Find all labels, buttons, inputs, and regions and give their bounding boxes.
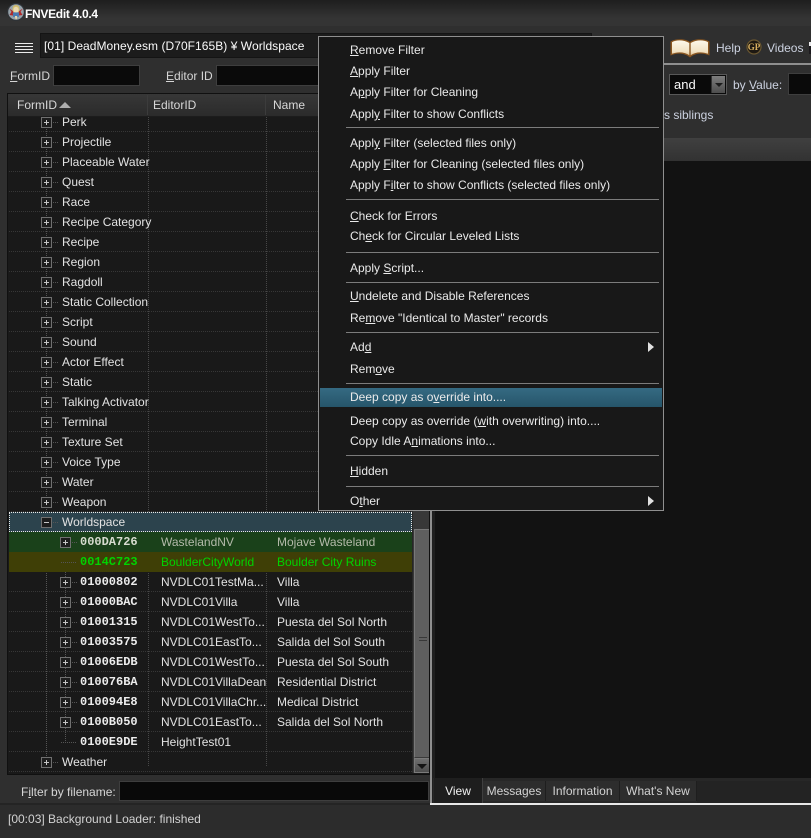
svg-text:GP: GP bbox=[748, 42, 761, 52]
